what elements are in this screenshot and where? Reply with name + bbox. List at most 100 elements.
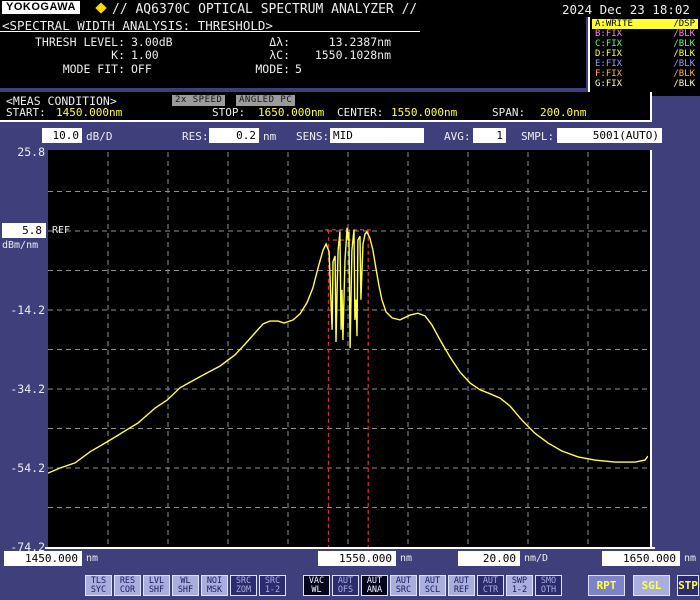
- mode-label: MODE:: [255, 62, 290, 76]
- center-label: CENTER:: [337, 106, 384, 119]
- trace-name: F:FIX: [595, 69, 623, 79]
- softkey-aut-ref[interactable]: AUT REF: [448, 575, 475, 596]
- x-stop-field[interactable]: 1650.000: [602, 551, 680, 566]
- softkey-noi-msk[interactable]: NOI MSK: [201, 575, 228, 596]
- center-value[interactable]: 1550.000nm: [391, 106, 457, 119]
- trace-row-a[interactable]: A:WRITE/DSP: [592, 19, 698, 29]
- spectral-width-analysis-panel: <SPECTRAL WIDTH ANALYSIS: THRESHOLD> THR…: [0, 17, 586, 88]
- softkey-smo-oth[interactable]: SMO OTH: [535, 575, 562, 596]
- diamond-icon: [95, 2, 107, 14]
- y-axis-tick-label: -74.2: [10, 540, 45, 554]
- span-value[interactable]: 200.0nm: [540, 106, 586, 119]
- softkey-swp-1-2[interactable]: SWP 1-2: [506, 575, 533, 596]
- res-unit: nm: [263, 130, 277, 143]
- speed-badge: 2x SPEED: [172, 95, 226, 106]
- lambda-c-value: 1550.1028nm: [314, 48, 391, 62]
- y-axis-tick-label: -14.2: [10, 303, 45, 317]
- res-label: RES:: [182, 130, 209, 143]
- trace-row-e[interactable]: E:FIX/BLK: [592, 59, 698, 69]
- softkey-vac-wl[interactable]: VAC WL: [303, 575, 330, 596]
- trace-row-f[interactable]: F:FIX/BLK: [592, 69, 698, 79]
- x-step-field[interactable]: 20.00: [458, 551, 520, 566]
- ref-label: REF: [52, 225, 71, 236]
- y-axis-tick-label: -34.2: [10, 382, 45, 396]
- analysis-row: K: 1.00 λC: 1550.1028nm: [0, 48, 586, 62]
- softkey-stp[interactable]: STP: [677, 575, 699, 596]
- trace-display-mode: /BLK: [673, 79, 695, 89]
- trace-row-g[interactable]: G:FIX/BLK: [592, 79, 698, 89]
- mode-fit-label: MODE FIT:: [62, 62, 125, 76]
- analysis-row: MODE FIT: OFF MODE: 5: [0, 62, 586, 76]
- softkey-src-zom[interactable]: SRC ZOM: [230, 575, 257, 596]
- plot-area: [48, 150, 650, 548]
- delta-lambda-label: Δλ:: [269, 35, 290, 49]
- thresh-level-label: THRESH LEVEL:: [34, 35, 125, 49]
- softkey-aut-ofs[interactable]: AUT OFS: [332, 575, 359, 596]
- softkey-aut-scl[interactable]: AUT SCL: [419, 575, 446, 596]
- softkey-src-1-2[interactable]: SRC 1-2: [259, 575, 286, 596]
- softkey-aut-src[interactable]: AUT SRC: [390, 575, 417, 596]
- smpl-label: SMPL:: [521, 130, 555, 143]
- y-axis-tick-label: 25.8: [17, 145, 45, 159]
- span-label: SPAN:: [492, 106, 526, 119]
- plot-x-axis-line: [45, 547, 655, 549]
- yokogawa-logo: YOKOGAWA: [2, 1, 81, 14]
- trace-row-c[interactable]: C:FIX/BLK: [592, 39, 698, 49]
- plot-right-border: [650, 150, 652, 549]
- trace-display-mode: /BLK: [673, 69, 695, 79]
- trace-row-b[interactable]: B:FIX/BLK: [592, 29, 698, 39]
- softkey-lvl-shf[interactable]: LVL SHF: [143, 575, 170, 596]
- mode-value: 5: [295, 62, 302, 76]
- trace-name: B:FIX: [595, 29, 623, 39]
- res-field[interactable]: 0.2: [209, 128, 259, 143]
- softkey-sgl[interactable]: SGL: [633, 575, 670, 596]
- osa-screen: YOKOGAWA // AQ6370C OPTICAL SPECTRUM ANA…: [0, 0, 700, 600]
- level-scale-field[interactable]: 10.0: [42, 128, 82, 143]
- sens-field[interactable]: MID: [330, 128, 424, 143]
- sens-label: SENS:: [296, 130, 330, 143]
- page-title: // AQ6370C OPTICAL SPECTRUM ANALYZER //: [112, 2, 418, 17]
- softkey-aut-ctr[interactable]: AUT CTR: [477, 575, 504, 596]
- softkey-wl-shf[interactable]: WL SHF: [172, 575, 199, 596]
- softkey-tls-syc[interactable]: TLS SYC: [85, 575, 112, 596]
- avg-field[interactable]: 1: [473, 128, 506, 143]
- trace-name: D:FIX: [595, 49, 623, 59]
- k-value: 1.00: [131, 48, 159, 62]
- trace-display-mode: /BLK: [673, 39, 695, 49]
- level-scale-unit: dB/D: [86, 130, 113, 143]
- analysis-header-underline: [0, 31, 420, 32]
- stop-value[interactable]: 1650.000nm: [258, 106, 324, 119]
- stop-label: STOP:: [212, 106, 246, 119]
- softkey-res-cor[interactable]: RES COR: [114, 575, 141, 596]
- trace-name: G:FIX: [595, 79, 623, 89]
- trace-display-mode: /DSP: [673, 19, 695, 29]
- x-center-unit: nm: [400, 553, 413, 564]
- k-label: K:: [111, 48, 125, 62]
- trace-list-panel: A:WRITE/DSP B:FIX/BLK C:FIX/BLK D:FIX/BLK E:…: [588, 17, 700, 96]
- start-label: START:: [6, 106, 46, 119]
- trace-name: E:FIX: [595, 59, 623, 69]
- x-start-unit: nm: [86, 553, 99, 564]
- trace-name: A:WRITE: [595, 19, 633, 29]
- start-value[interactable]: 1450.000nm: [56, 106, 122, 119]
- mode-fit-value: OFF: [131, 62, 152, 76]
- settings-row: 10.0 dB/D RES: 0.2 nm SENS: MID AVG: 1 S…: [0, 126, 700, 150]
- analysis-row: THRESH LEVEL: 3.00dB Δλ: 13.2387nm: [0, 35, 586, 49]
- softkey-rpt[interactable]: RPT: [588, 575, 625, 596]
- lambda-c-label: λC:: [269, 48, 290, 62]
- x-stop-unit: nm: [684, 553, 697, 564]
- trace-display-mode: /BLK: [673, 29, 695, 39]
- title-bar: YOKOGAWA // AQ6370C OPTICAL SPECTRUM ANA…: [0, 0, 700, 17]
- trace-display-mode: /BLK: [673, 59, 695, 69]
- ref-level-field[interactable]: 5.8: [2, 223, 46, 238]
- trace-row-d[interactable]: D:FIX/BLK: [592, 49, 698, 59]
- trace-name: C:FIX: [595, 39, 623, 49]
- avg-label: AVG:: [444, 130, 471, 143]
- thresh-level-value: 3.00dB: [131, 35, 173, 49]
- softkey-aut-ana[interactable]: AUT ANA: [361, 575, 388, 596]
- y-axis-unit: dBm/nm: [2, 240, 39, 251]
- meas-condition-bar: <MEAS CONDITION> 2x SPEED ANGLED PC STAR…: [0, 92, 652, 122]
- smpl-field[interactable]: 5001(AUTO): [557, 128, 662, 143]
- x-center-field[interactable]: 1550.000: [318, 551, 396, 566]
- delta-lambda-value: 13.2387nm: [328, 35, 391, 49]
